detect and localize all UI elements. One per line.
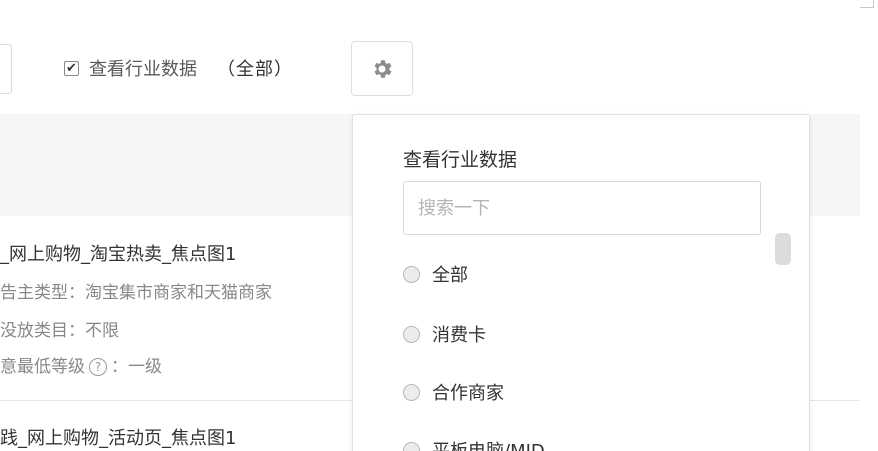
meta-label: 意最低等级: [0, 357, 85, 377]
meta-value: 不限: [85, 321, 119, 341]
radio-button[interactable]: [403, 383, 420, 401]
industry-data-label[interactable]: 查看行业数据: [89, 55, 197, 81]
option-label: 消费卡: [432, 325, 486, 346]
item-meta-row: 告主类型：淘宝集市商家和天猫商家: [0, 278, 272, 303]
option-label: 平板电脑/MID: [432, 437, 545, 451]
item-meta-row: 意最低等级? ：一级: [0, 352, 162, 377]
option-consumer-card[interactable]: 消费卡: [403, 319, 486, 349]
window-corner: [860, 0, 874, 8]
meta-value: ：一级: [111, 357, 162, 377]
option-all[interactable]: 全部: [403, 259, 468, 289]
gear-icon: [374, 59, 392, 78]
item-title[interactable]: 践_网上购物_活动页_焦点图1: [0, 424, 236, 450]
settings-button[interactable]: [351, 41, 413, 96]
industry-search-input[interactable]: [403, 181, 761, 235]
partial-input-field[interactable]: [0, 44, 12, 94]
item-meta-row: 没放类目：不限: [0, 316, 119, 341]
meta-value: 淘宝集市商家和天猫商家: [85, 283, 272, 303]
option-partner-merchant[interactable]: 合作商家: [403, 377, 504, 407]
industry-data-filter[interactable]: ✔ 查看行业数据 （全部）: [64, 52, 293, 84]
option-label: 合作商家: [432, 383, 504, 404]
item-title[interactable]: _网上购物_淘宝热卖_焦点图1: [0, 240, 236, 266]
meta-label: 没放类目：: [0, 321, 85, 341]
radio-button[interactable]: [403, 265, 420, 283]
option-tablet-mid[interactable]: 平板电脑/MID: [403, 435, 545, 451]
page: ✔ 查看行业数据 （全部） _网上购物_淘宝热卖_焦点图1 告主类型：淘宝集市商…: [0, 0, 878, 451]
radio-button[interactable]: [403, 441, 420, 451]
dropdown-title: 查看行业数据: [403, 149, 518, 171]
radio-button[interactable]: [403, 325, 420, 343]
option-label: 全部: [432, 265, 468, 286]
check-icon: ✔: [66, 60, 77, 76]
industry-data-checkbox[interactable]: ✔: [64, 60, 79, 76]
industry-scope-label[interactable]: （全部）: [217, 55, 293, 81]
help-icon[interactable]: ?: [89, 358, 107, 376]
scrollbar-thumb[interactable]: [775, 233, 791, 265]
meta-label: 告主类型：: [0, 283, 85, 303]
industry-dropdown-panel: 查看行业数据 全部 消费卡 合作商家 平板电脑/MID: [352, 114, 810, 451]
